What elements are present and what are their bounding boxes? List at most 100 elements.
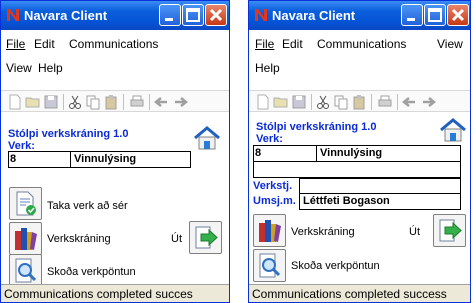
view-order-label: Skoða verkpöntun xyxy=(291,260,380,272)
toolbar-separator xyxy=(63,94,64,110)
navara-logo-icon xyxy=(7,9,19,21)
title-bar[interactable]: Navara Client xyxy=(249,1,470,30)
verk-name: Vinnulýsing xyxy=(74,153,137,165)
menu-communications-label: Communications xyxy=(69,37,159,51)
verk-extra-row xyxy=(253,161,461,178)
toolbar-separator xyxy=(371,94,372,110)
menu-view[interactable]: View xyxy=(6,61,32,75)
back-icon[interactable] xyxy=(153,94,169,110)
cut-icon[interactable] xyxy=(315,94,331,110)
exit-arrow-icon xyxy=(195,226,218,249)
menu-edit-label: Edit xyxy=(282,37,303,51)
cut-icon[interactable] xyxy=(67,94,83,110)
register-button[interactable] xyxy=(253,214,286,247)
new-icon[interactable] xyxy=(7,94,23,110)
register-label: Verkskráning xyxy=(47,233,111,245)
window-title: Navara Client xyxy=(24,8,108,23)
title-bar[interactable]: Navara Client xyxy=(1,1,229,30)
new-icon[interactable] xyxy=(255,94,271,110)
back-icon[interactable] xyxy=(401,94,417,110)
menu-edit[interactable]: Edit xyxy=(34,37,55,51)
verk-label: Verk: xyxy=(256,133,283,145)
copy-icon[interactable] xyxy=(85,94,101,110)
open-icon[interactable] xyxy=(25,94,41,110)
view-order-button[interactable] xyxy=(253,249,286,282)
menu-file[interactable]: File xyxy=(6,37,25,51)
minimize-icon xyxy=(407,18,415,21)
view-order-label: Skoða verkpöntun xyxy=(47,266,136,278)
books-icon xyxy=(15,228,37,250)
register-button[interactable] xyxy=(9,222,42,255)
menu-view-label: View xyxy=(6,61,32,75)
menu-communications-label: Communications xyxy=(317,37,407,51)
magnifier-icon xyxy=(259,253,281,278)
menu-bar: File Edit Communications View Help xyxy=(1,30,229,90)
paste-icon[interactable] xyxy=(103,94,119,110)
toolbar-separator xyxy=(311,94,312,110)
document-check-icon xyxy=(16,191,36,216)
paste-icon[interactable] xyxy=(351,94,367,110)
close-button[interactable] xyxy=(205,4,227,26)
maximize-button[interactable] xyxy=(424,4,446,26)
menu-communications[interactable]: Communications xyxy=(69,37,158,51)
print-icon[interactable] xyxy=(129,94,145,110)
maximize-button[interactable] xyxy=(182,4,204,26)
menu-bar: File Edit Communications View Help xyxy=(249,30,470,90)
minimize-icon xyxy=(165,18,173,21)
out-button[interactable] xyxy=(189,221,222,254)
home-icon[interactable] xyxy=(439,117,467,143)
out-label: Út xyxy=(409,226,420,238)
books-icon xyxy=(259,220,281,242)
save-icon[interactable] xyxy=(43,94,59,110)
menu-edit-label: Edit xyxy=(34,37,55,51)
copy-icon[interactable] xyxy=(333,94,349,110)
menu-help[interactable]: Help xyxy=(255,61,280,75)
exit-arrow-icon xyxy=(439,219,462,242)
out-button[interactable] xyxy=(433,214,466,247)
open-icon[interactable] xyxy=(273,94,289,110)
view-order-button[interactable] xyxy=(9,254,42,287)
print-icon[interactable] xyxy=(377,94,393,110)
status-bar: Communications completed success xyxy=(249,284,470,302)
menu-view-label: View xyxy=(437,37,463,51)
menu-file-label: File xyxy=(255,37,275,51)
minimize-button[interactable] xyxy=(159,4,181,26)
close-icon xyxy=(451,8,465,22)
menu-communications[interactable]: Communications xyxy=(317,37,406,51)
toolbar-separator xyxy=(397,94,398,110)
forward-icon[interactable] xyxy=(173,94,189,110)
home-icon[interactable] xyxy=(193,125,221,151)
register-label: Verkskráning xyxy=(291,226,355,238)
out-label: Út xyxy=(171,233,182,245)
menu-help-label: Help xyxy=(255,61,280,75)
menu-file-label: File xyxy=(6,37,26,51)
page-heading: Stólpi verkskráning 1.0 xyxy=(256,121,377,133)
close-button[interactable] xyxy=(447,4,469,26)
menu-help-label: Help xyxy=(38,61,63,75)
toolbar-separator xyxy=(123,94,124,110)
take-job-button[interactable] xyxy=(9,187,42,220)
minimize-button[interactable] xyxy=(401,4,423,26)
menu-view[interactable]: View xyxy=(437,37,463,51)
save-icon[interactable] xyxy=(291,94,307,110)
toolbar-separator xyxy=(149,94,150,110)
navara-logo-icon xyxy=(255,9,267,21)
umsj-label: Umsj.m. xyxy=(253,195,296,207)
maximize-icon xyxy=(428,8,442,22)
menu-help[interactable]: Help xyxy=(38,61,63,75)
umsj-field[interactable]: Léttfeti Bogason xyxy=(299,193,461,210)
close-icon xyxy=(209,8,223,22)
umsj-value: Léttfeti Bogason xyxy=(303,195,390,207)
verkstj-label: Verkstj. xyxy=(253,180,293,192)
forward-icon[interactable] xyxy=(421,94,437,110)
menu-edit[interactable]: Edit xyxy=(282,37,303,51)
magnifier-icon xyxy=(15,258,37,283)
verk-row: 8 Vinnulýsing xyxy=(8,151,191,168)
maximize-icon xyxy=(186,8,200,22)
status-bar: Communications completed succes xyxy=(1,284,229,302)
verk-row: 8 Vinnulýsing xyxy=(253,145,461,162)
toolbar xyxy=(1,90,229,112)
menu-file[interactable]: File xyxy=(255,37,274,51)
verk-number: 8 xyxy=(254,146,317,161)
page-heading: Stólpi verkskráning 1.0 xyxy=(8,128,129,140)
